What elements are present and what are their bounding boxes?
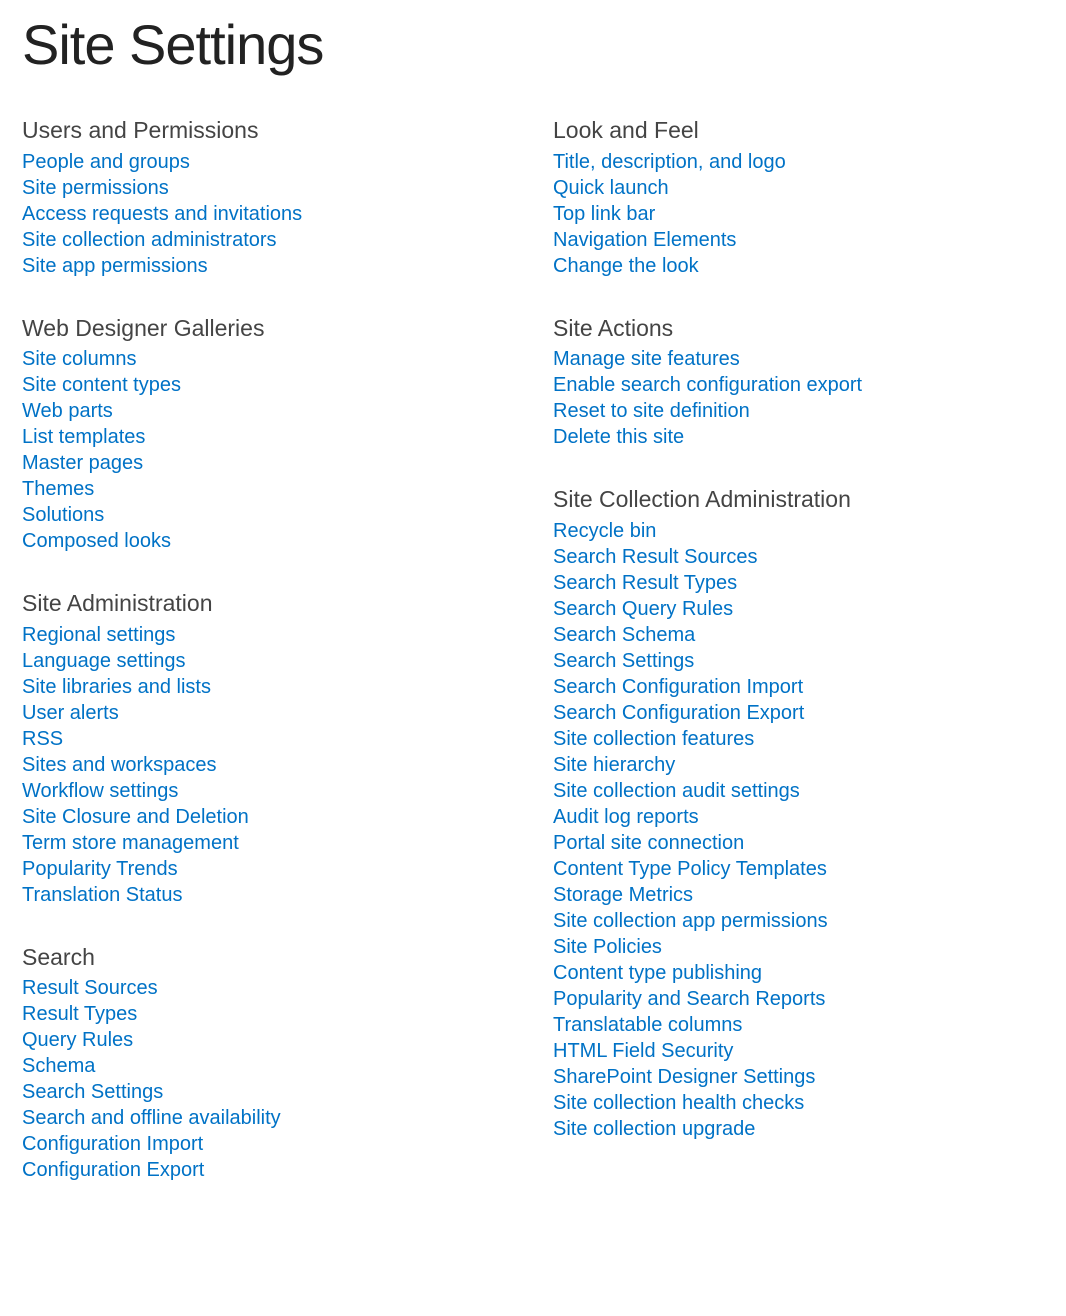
link-list-templates[interactable]: List templates: [22, 424, 145, 450]
link-search-result-sources[interactable]: Search Result Sources: [553, 544, 758, 570]
section-title: Site Collection Administration: [553, 486, 1044, 514]
section-title: Look and Feel: [553, 117, 1044, 145]
link-site-collection-features[interactable]: Site collection features: [553, 726, 754, 752]
link-result-types[interactable]: Result Types: [22, 1001, 137, 1027]
link-manage-site-features[interactable]: Manage site features: [553, 346, 740, 372]
link-site-collection-audit-settings[interactable]: Site collection audit settings: [553, 778, 800, 804]
section-title: Site Administration: [22, 590, 513, 618]
link-storage-metrics[interactable]: Storage Metrics: [553, 882, 693, 908]
link-site-policies[interactable]: Site Policies: [553, 934, 662, 960]
link-sharepoint-designer-settings[interactable]: SharePoint Designer Settings: [553, 1064, 815, 1090]
section-web-designer-galleries: Web Designer Galleries Site columnsSite c…: [22, 315, 513, 555]
site-settings-page: Site Settings Users and Permissions Peopl…: [0, 12, 1066, 1259]
link-search-settings[interactable]: Search Settings: [22, 1079, 163, 1105]
link-term-store-management[interactable]: Term store management: [22, 830, 239, 856]
left-column: Users and PermissionsPeople and groupsSi…: [22, 117, 513, 1219]
link-search-settings[interactable]: Search Settings: [553, 648, 694, 674]
link-site-permissions[interactable]: Site permissions: [22, 175, 169, 201]
link-site-columns[interactable]: Site columns: [22, 346, 137, 372]
section-search: Search Result SourcesResult TypesQuery Ru…: [22, 944, 513, 1184]
right-column: Look and Feel Title, description, and log…: [553, 117, 1044, 1219]
section-users-and-permissions: Users and PermissionsPeople and groupsSi…: [22, 117, 513, 279]
link-site-content-types[interactable]: Site content types: [22, 372, 181, 398]
link-top-link-bar[interactable]: Top link bar: [553, 201, 655, 227]
link-portal-site-connection[interactable]: Portal site connection: [553, 830, 744, 856]
link-user-alerts[interactable]: User alerts: [22, 700, 119, 726]
section-links: Result SourcesResult TypesQuery RulesSch…: [22, 975, 513, 1183]
link-configuration-import[interactable]: Configuration Import: [22, 1131, 203, 1157]
section-site-collection-administration: Site Collection Administration Recycle bi…: [553, 486, 1044, 1142]
link-enable-search-configuration-export[interactable]: Enable search configuration export: [553, 372, 862, 398]
link-search-and-offline-availability[interactable]: Search and offline availability: [22, 1105, 281, 1131]
link-quick-launch[interactable]: Quick launch: [553, 175, 669, 201]
link-search-configuration-export[interactable]: Search Configuration Export: [553, 700, 804, 726]
section-site-administration: Site Administration Regional settingsLang…: [22, 590, 513, 908]
section-title: Site Actions: [553, 315, 1044, 343]
section-title: Web Designer Galleries: [22, 315, 513, 343]
link-workflow-settings[interactable]: Workflow settings: [22, 778, 178, 804]
section-title: Search: [22, 944, 513, 972]
link-change-the-look[interactable]: Change the look: [553, 253, 699, 279]
link-site-hierarchy[interactable]: Site hierarchy: [553, 752, 675, 778]
link-popularity-and-search-reports[interactable]: Popularity and Search Reports: [553, 986, 825, 1012]
section-links: Regional settingsLanguage settingsSite l…: [22, 622, 513, 908]
link-navigation-elements[interactable]: Navigation Elements: [553, 227, 736, 253]
link-site-app-permissions[interactable]: Site app permissions: [22, 253, 208, 279]
link-schema[interactable]: Schema: [22, 1053, 95, 1079]
link-result-sources[interactable]: Result Sources: [22, 975, 158, 1001]
link-delete-this-site[interactable]: Delete this site: [553, 424, 684, 450]
link-language-settings[interactable]: Language settings: [22, 648, 185, 674]
page-title: Site Settings: [22, 12, 1044, 77]
link-solutions[interactable]: Solutions: [22, 502, 104, 528]
link-html-field-security[interactable]: HTML Field Security: [553, 1038, 733, 1064]
link-reset-to-site-definition[interactable]: Reset to site definition: [553, 398, 750, 424]
link-themes[interactable]: Themes: [22, 476, 94, 502]
link-master-pages[interactable]: Master pages: [22, 450, 143, 476]
link-regional-settings[interactable]: Regional settings: [22, 622, 175, 648]
section-links: Manage site featuresEnable search config…: [553, 346, 1044, 450]
link-access-requests-and-invitations[interactable]: Access requests and invitations: [22, 201, 302, 227]
section-links: Site columnsSite content typesWeb partsL…: [22, 346, 513, 554]
link-query-rules[interactable]: Query Rules: [22, 1027, 133, 1053]
link-site-closure-and-deletion[interactable]: Site Closure and Deletion: [22, 804, 249, 830]
link-site-collection-administrators[interactable]: Site collection administrators: [22, 227, 277, 253]
link-search-configuration-import[interactable]: Search Configuration Import: [553, 674, 803, 700]
link-content-type-publishing[interactable]: Content type publishing: [553, 960, 762, 986]
link-sites-and-workspaces[interactable]: Sites and workspaces: [22, 752, 217, 778]
link-site-collection-health-checks[interactable]: Site collection health checks: [553, 1090, 804, 1116]
link-web-parts[interactable]: Web parts: [22, 398, 113, 424]
link-people-and-groups[interactable]: People and groups: [22, 149, 190, 175]
section-links: People and groupsSite permissionsAccess …: [22, 149, 513, 279]
section-site-actions: Site Actions Manage site featuresEnable s…: [553, 315, 1044, 451]
link-composed-looks[interactable]: Composed looks: [22, 528, 171, 554]
settings-columns: Users and PermissionsPeople and groupsSi…: [22, 117, 1044, 1219]
link-configuration-export[interactable]: Configuration Export: [22, 1157, 204, 1183]
link-rss[interactable]: RSS: [22, 726, 63, 752]
link-search-query-rules[interactable]: Search Query Rules: [553, 596, 733, 622]
section-title: Users and Permissions: [22, 117, 513, 145]
link-content-type-policy-templates[interactable]: Content Type Policy Templates: [553, 856, 827, 882]
link-search-result-types[interactable]: Search Result Types: [553, 570, 737, 596]
link-translatable-columns[interactable]: Translatable columns: [553, 1012, 742, 1038]
link-popularity-trends[interactable]: Popularity Trends: [22, 856, 178, 882]
link-title-description-and-logo[interactable]: Title, description, and logo: [553, 149, 786, 175]
link-audit-log-reports[interactable]: Audit log reports: [553, 804, 699, 830]
section-look-and-feel: Look and Feel Title, description, and log…: [553, 117, 1044, 279]
section-links: Recycle binSearch Result SourcesSearch R…: [553, 518, 1044, 1142]
link-site-collection-app-permissions[interactable]: Site collection app permissions: [553, 908, 828, 934]
link-translation-status[interactable]: Translation Status: [22, 882, 182, 908]
link-search-schema[interactable]: Search Schema: [553, 622, 695, 648]
link-recycle-bin[interactable]: Recycle bin: [553, 518, 656, 544]
link-site-collection-upgrade[interactable]: Site collection upgrade: [553, 1116, 755, 1142]
section-links: Title, description, and logoQuick launch…: [553, 149, 1044, 279]
link-site-libraries-and-lists[interactable]: Site libraries and lists: [22, 674, 211, 700]
